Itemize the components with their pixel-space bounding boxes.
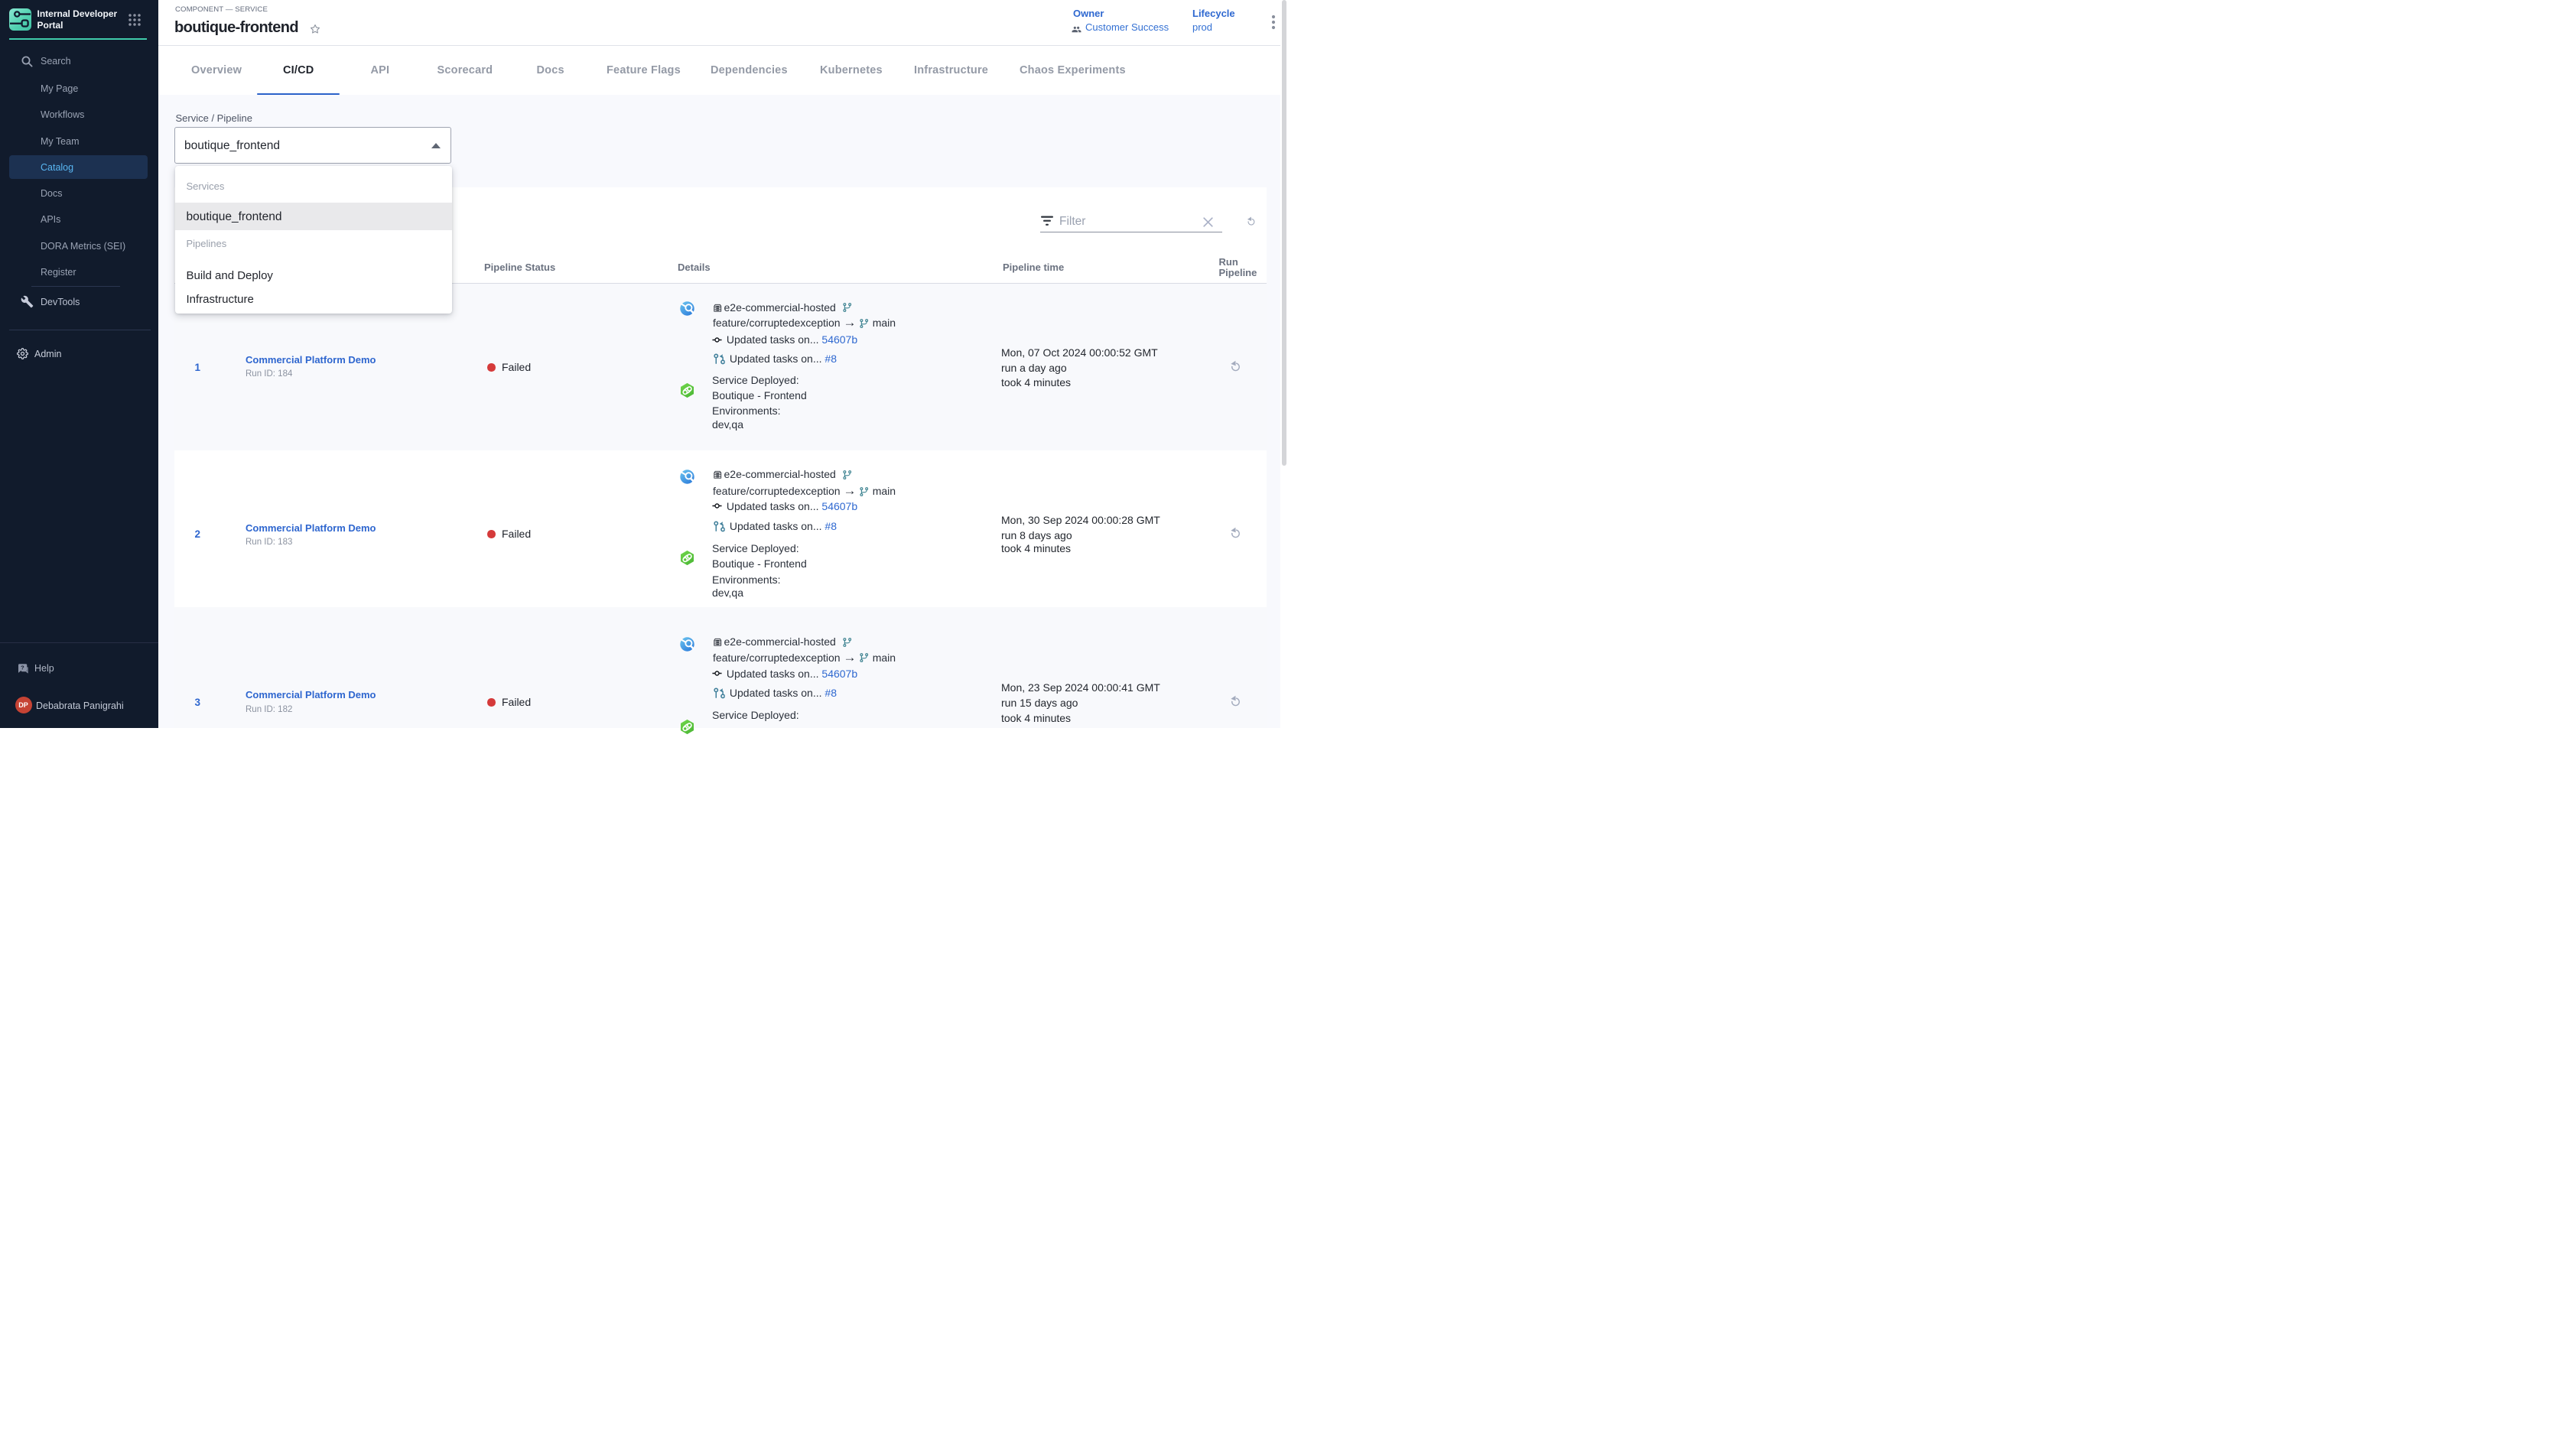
svg-text:?: ? — [21, 664, 24, 671]
